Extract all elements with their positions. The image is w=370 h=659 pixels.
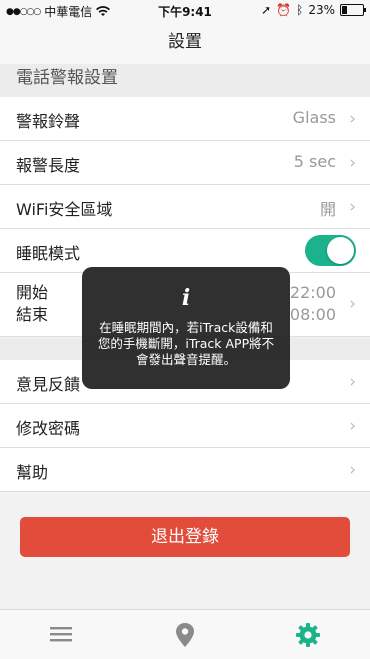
- row-value: 5 sec: [293, 152, 336, 171]
- battery-percent: 23%: [308, 3, 335, 17]
- row-label: 修改密碼: [16, 419, 81, 438]
- status-bar: ●●○○○ 中華電信 下午9:41 ➚ ⏰ ᛒ 23%: [0, 0, 370, 20]
- row-value: 22:00 08:00: [290, 282, 336, 326]
- row-label: 幫助: [16, 463, 49, 482]
- page-title: 設置: [0, 20, 370, 64]
- alarm-icon: ⏰: [276, 3, 292, 17]
- end-label: 結束: [16, 305, 49, 324]
- row-value: 開: [319, 200, 336, 219]
- row-label: 報警長度: [16, 156, 81, 175]
- wifi-safe-zone-row[interactable]: WiFi安全區域 開 ›: [0, 185, 370, 229]
- info-icon: i: [181, 285, 191, 311]
- change-password-row[interactable]: 修改密碼 ›: [0, 404, 370, 448]
- sleep-mode-toast: i 在睡眠期間內，若iTrack設備和您的手機斷開，iTrack APP將不會發…: [82, 267, 290, 389]
- chevron-right-icon: ›: [349, 197, 356, 217]
- row-label: 開始 結束: [16, 282, 48, 326]
- alarm-ringtone-row[interactable]: 警報鈴聲 Glass ›: [0, 97, 370, 141]
- row-label: WiFi安全區域: [16, 200, 113, 219]
- alarm-duration-row[interactable]: 報警長度 5 sec ›: [0, 141, 370, 185]
- tab-location[interactable]: [174, 622, 196, 652]
- section-header: 電話警報設置: [0, 64, 370, 97]
- toggle-knob: [327, 237, 354, 264]
- tab-settings[interactable]: [295, 622, 321, 652]
- start-time: 22:00: [289, 283, 336, 302]
- row-label: 警報鈴聲: [16, 112, 81, 131]
- battery-icon: [340, 4, 366, 16]
- location-arrow-icon: ➚: [261, 3, 272, 17]
- row-label: 意見反饋: [16, 375, 81, 394]
- tab-menu[interactable]: [49, 622, 73, 650]
- gear-icon: [296, 623, 320, 647]
- end-time: 08:00: [289, 305, 336, 324]
- chevron-right-icon: ›: [349, 153, 356, 173]
- chevron-right-icon: ›: [349, 294, 356, 314]
- bluetooth-icon: ᛒ: [296, 3, 304, 17]
- start-label: 開始: [16, 283, 49, 302]
- row-value: Glass: [292, 108, 336, 127]
- chevron-right-icon: ›: [349, 460, 356, 480]
- chevron-right-icon: ›: [349, 109, 356, 129]
- help-row[interactable]: 幫助 ›: [0, 448, 370, 492]
- chevron-right-icon: ›: [349, 372, 356, 392]
- location-pin-icon: [176, 623, 194, 647]
- menu-icon: [50, 627, 72, 642]
- row-label: 睡眠模式: [16, 244, 81, 263]
- chevron-right-icon: ›: [349, 416, 356, 436]
- sleep-mode-toggle[interactable]: [305, 235, 356, 266]
- tab-bar: [0, 609, 370, 659]
- logout-button[interactable]: 退出登錄: [20, 517, 350, 557]
- toast-message: 在睡眠期間內，若iTrack設備和您的手機斷開，iTrack APP將不會發出聲…: [97, 320, 275, 367]
